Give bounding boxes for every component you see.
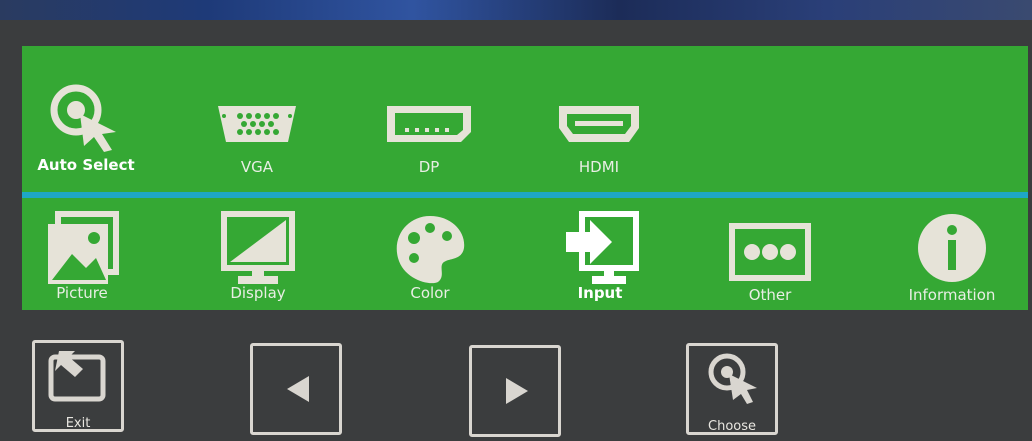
input-source-row: Auto Select VGA DP HDMI: [22, 46, 1028, 194]
hdmi-port-icon: [559, 106, 639, 142]
menu-label: Other: [748, 286, 792, 304]
menu-item-color[interactable]: Color: [380, 210, 480, 310]
source-label: VGA: [240, 158, 274, 176]
choose-button[interactable]: Choose: [686, 343, 778, 435]
auto-select-icon: [50, 84, 116, 152]
left-arrow-button[interactable]: [250, 343, 342, 435]
source-auto-select[interactable]: Auto Select: [30, 76, 142, 184]
exit-label: Exit: [65, 416, 91, 431]
displayport-icon: [387, 106, 471, 142]
exit-icon: [48, 351, 106, 402]
source-label: DP: [418, 158, 440, 176]
palette-icon: [396, 216, 465, 284]
menu-item-display[interactable]: Display: [208, 210, 308, 310]
menu-label: Input: [577, 284, 623, 302]
source-label: HDMI: [578, 158, 620, 176]
choose-icon: [708, 353, 757, 404]
menu-label: Picture: [56, 284, 108, 302]
menu-label: Color: [410, 284, 450, 302]
right-arrow-button[interactable]: [469, 345, 561, 437]
source-vga[interactable]: VGA: [202, 76, 312, 184]
menu-item-other[interactable]: Other: [720, 210, 820, 310]
picture-icon: [48, 211, 119, 284]
display-icon: [221, 211, 295, 284]
background-wallpaper: [0, 0, 1032, 22]
source-dp[interactable]: DP: [374, 76, 484, 184]
menu-label: Information: [908, 286, 996, 304]
source-label: Auto Select: [37, 156, 135, 174]
arrow-left-icon: [287, 376, 309, 402]
vga-port-icon: [218, 106, 296, 142]
source-hdmi[interactable]: HDMI: [544, 76, 654, 184]
info-icon: [918, 214, 986, 282]
input-icon: [566, 211, 639, 284]
arrow-right-icon: [506, 378, 528, 404]
menu-item-input[interactable]: Input: [550, 210, 650, 310]
choose-label: Choose: [708, 419, 756, 434]
menu-item-information[interactable]: Information: [892, 210, 1012, 310]
main-menu-row: Picture Display Color Input Other Inform…: [22, 198, 1028, 310]
osd-menu: Auto Select VGA DP HDMI Picture Display …: [22, 46, 1028, 310]
menu-item-picture[interactable]: Picture: [32, 210, 132, 310]
menu-label: Display: [230, 284, 286, 302]
other-icon: [729, 223, 811, 281]
exit-button[interactable]: Exit: [32, 340, 124, 432]
